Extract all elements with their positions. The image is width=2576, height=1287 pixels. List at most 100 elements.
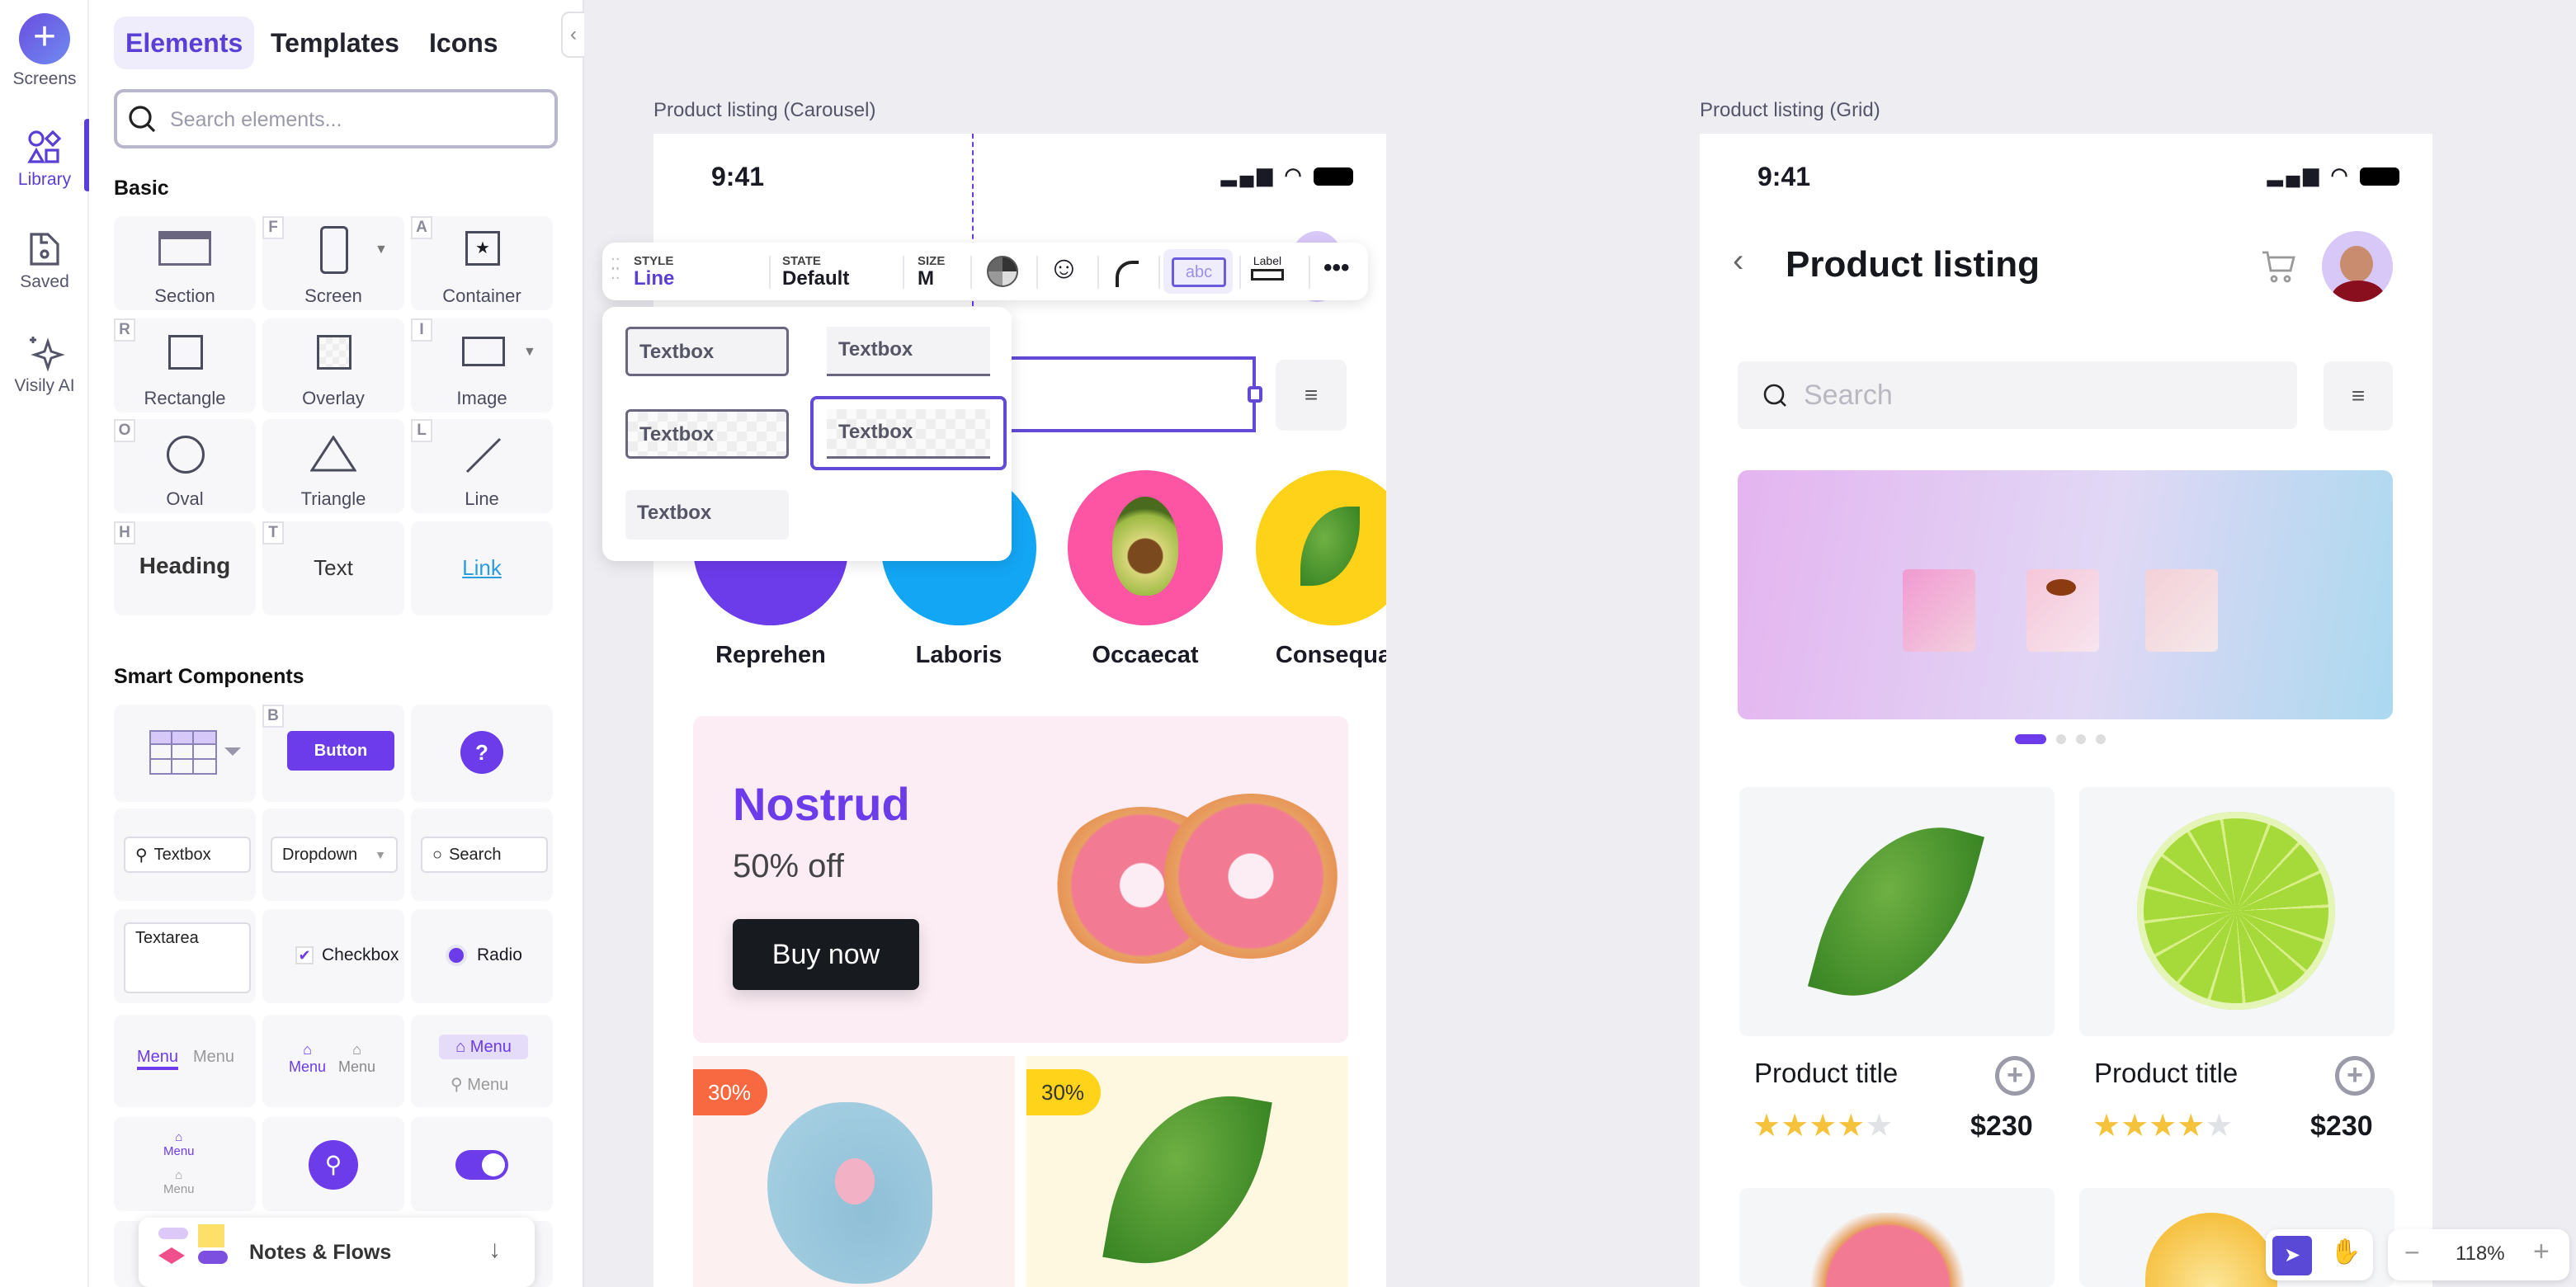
shortcut-key: R [114, 318, 135, 342]
icon-picker-smiley-icon[interactable]: ☺ [1048, 251, 1080, 286]
rail-item-library[interactable]: Library [0, 129, 89, 190]
element-container[interactable]: A ★ Container [411, 216, 553, 310]
component-button[interactable]: B Button [262, 705, 404, 802]
product-card[interactable] [1739, 1188, 2055, 1287]
shortcut-key: O [114, 419, 135, 442]
element-label: Section [154, 285, 215, 306]
notes-flows-bar[interactable]: Notes & Flows ↓ [139, 1218, 535, 1287]
category-label: Occaecat [1092, 642, 1199, 668]
element-line[interactable]: L Line [411, 419, 553, 513]
category-circle[interactable] [1068, 470, 1223, 625]
component-dropdown[interactable]: Dropdown ▼ [262, 808, 404, 901]
style-option-filled[interactable]: Textbox [625, 490, 789, 540]
search-input[interactable]: Search [1738, 361, 2297, 429]
product-card[interactable]: Product title + ★★★★★ $230 [1739, 787, 2055, 1167]
corner-radius-icon[interactable] [1116, 261, 1139, 287]
zoom-level[interactable]: 118% [2456, 1242, 2505, 1266]
rail-item-screens[interactable]: + Screens [0, 13, 89, 89]
element-image[interactable]: I ▼ Image [411, 318, 553, 412]
color-picker-icon[interactable] [987, 256, 1018, 287]
style-option-outline[interactable]: Textbox [625, 327, 789, 376]
hand-tool-button[interactable]: ✋ [2330, 1238, 2361, 1266]
style-option-line-selected[interactable]: Textbox [810, 396, 1007, 470]
back-chevron-icon[interactable]: ‹ [1733, 243, 1743, 280]
component-radio[interactable]: Radio [411, 909, 553, 1003]
phone-frame-grid[interactable]: 9:41 ▂▄▆ ◠ ‹ Product listing Search ≡ Pr… [1700, 134, 2432, 1287]
checkbox-preview: ✔ Checkbox [295, 945, 399, 965]
product-card[interactable]: 30% [1026, 1056, 1348, 1287]
component-textbox[interactable]: ⚲ Textbox [114, 808, 256, 901]
label-toggle-icon[interactable]: Label [1251, 254, 1284, 280]
tab-elements[interactable]: Elements [114, 16, 255, 69]
state-select[interactable]: Default [782, 267, 849, 290]
filter-button[interactable]: ≡ [2324, 361, 2393, 431]
rail-item-saved[interactable]: Saved [0, 231, 89, 292]
drag-handle-icon[interactable]: ⁚⁚ ⁚⁚ [611, 257, 620, 281]
component-help[interactable]: ? [411, 705, 553, 802]
component-textarea[interactable]: Textarea [114, 909, 256, 1003]
element-rectangle[interactable]: R Rectangle [114, 318, 256, 412]
frame-label-grid[interactable]: Product listing (Grid) [1700, 99, 1880, 122]
tab-icons[interactable]: Icons [418, 16, 510, 69]
size-select[interactable]: M [918, 267, 934, 290]
notes-flows-label: Notes & Flows [249, 1241, 392, 1264]
rail-item-visily-ai[interactable]: Visily AI [0, 332, 89, 396]
component-side-menu[interactable]: ⌂ Menu ⚲ Menu [411, 1015, 553, 1107]
tab-templates[interactable]: Templates [259, 16, 411, 69]
element-text[interactable]: T Text [262, 521, 404, 615]
carousel-dot[interactable] [2015, 734, 2046, 744]
zoom-in-button[interactable]: + [2533, 1236, 2550, 1268]
element-label: Rectangle [144, 388, 226, 408]
placeholder-toggle-button[interactable]: abc [1163, 249, 1233, 294]
cart-icon[interactable] [2261, 249, 2297, 285]
element-screen[interactable]: F ▼ Screen [262, 216, 404, 310]
component-toggle[interactable] [411, 1117, 553, 1211]
caret-down-icon: ▼ [375, 848, 386, 861]
zoom-out-button[interactable]: − [2404, 1238, 2420, 1268]
avatar[interactable] [2322, 231, 2393, 302]
component-checkbox[interactable]: ✔ Checkbox [262, 909, 404, 1003]
cube [2026, 569, 2099, 652]
component-tab-menu[interactable]: Menu Menu [114, 1015, 256, 1107]
menu-inactive: ⌂ Menu [163, 1168, 195, 1196]
carousel-dot[interactable] [2076, 734, 2086, 744]
element-oval[interactable]: O Oval [114, 419, 256, 513]
element-heading[interactable]: H Heading [114, 521, 256, 615]
add-to-cart-icon[interactable]: + [1995, 1056, 2035, 1096]
component-vertical-menu[interactable]: ⌂ Menu ⌂ Menu [114, 1117, 256, 1211]
carousel-dot[interactable] [2096, 734, 2106, 744]
divider [769, 256, 771, 289]
star-icon: ★ [1809, 1109, 1838, 1143]
style-option-underline[interactable]: Textbox [827, 327, 990, 376]
add-to-cart-icon[interactable]: + [2335, 1056, 2375, 1096]
component-avatar[interactable]: ⚲ [262, 1117, 404, 1211]
frame-label-carousel[interactable]: Product listing (Carousel) [653, 99, 875, 122]
buy-now-button[interactable]: Buy now [733, 919, 919, 990]
component-table[interactable] [114, 705, 256, 802]
element-overlay[interactable]: Overlay [262, 318, 404, 412]
search-elements-input[interactable]: Search elements... [114, 89, 558, 148]
element-link[interactable]: Link [411, 521, 553, 615]
promo-title: Nostrud [733, 778, 910, 830]
resize-handle[interactable] [1248, 386, 1262, 403]
arrow-down-icon[interactable]: ↓ [488, 1236, 501, 1264]
component-icon-menu[interactable]: ⌂ Menu ⌂ Menu [262, 1015, 404, 1107]
element-section[interactable]: Section [114, 216, 256, 310]
carousel-dot[interactable] [2056, 734, 2066, 744]
category-circle[interactable] [1256, 470, 1386, 625]
label-text: Label [1253, 254, 1282, 267]
style-option-outline-transparent[interactable]: Textbox [625, 409, 789, 459]
product-card[interactable]: Product title + ★★★★★ $230 [2079, 787, 2394, 1167]
element-triangle[interactable]: Triangle [262, 419, 404, 513]
select-tool-button[interactable]: ➤ [2272, 1236, 2312, 1275]
style-select[interactable]: Line [634, 267, 674, 290]
product-card[interactable]: 30% [693, 1056, 1015, 1287]
hero-banner-image[interactable] [1738, 470, 2393, 719]
sparkle-icon [30, 337, 65, 372]
more-options-icon[interactable]: ••• [1323, 254, 1350, 282]
promo-banner[interactable]: Nostrud 50% off Buy now [693, 716, 1348, 1043]
element-label: Overlay [302, 388, 365, 408]
component-search[interactable]: ○ Search [411, 808, 553, 901]
filter-button[interactable]: ≡ [1276, 360, 1347, 431]
collapse-panel-button[interactable]: ‹ [561, 12, 584, 58]
